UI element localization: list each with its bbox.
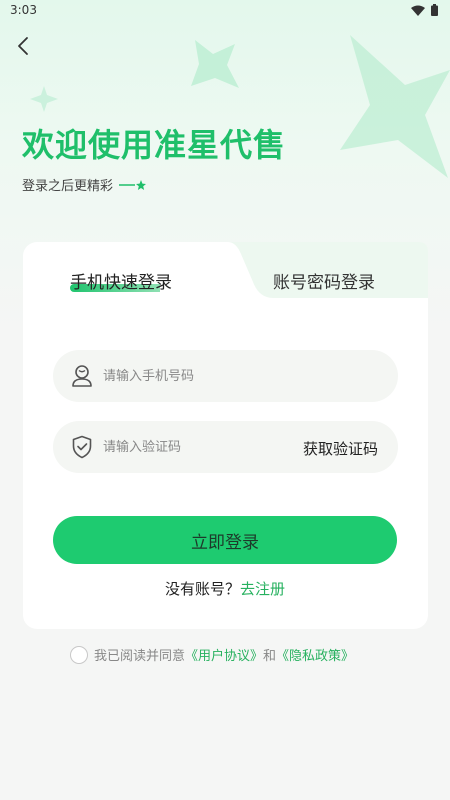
get-code-button[interactable]: 获取验证码 bbox=[303, 438, 378, 459]
agreement-prefix: 我已阅读并同意 bbox=[94, 649, 186, 664]
user-icon bbox=[72, 365, 92, 387]
register-line: 没有账号？去注册 bbox=[0, 578, 450, 599]
tab-phone-login[interactable]: 手机快速登录 bbox=[70, 268, 172, 293]
agreement-and: 和 bbox=[263, 649, 277, 664]
decorative-star-medium-icon bbox=[191, 40, 239, 88]
code-input-row: 获取验证码 bbox=[53, 421, 398, 473]
tab-password-login[interactable]: 账号密码登录 bbox=[273, 268, 375, 293]
agreement-checkbox[interactable] bbox=[70, 645, 88, 664]
decorative-star-large-icon bbox=[340, 35, 450, 178]
shield-check-icon bbox=[72, 435, 92, 459]
chevron-left-icon bbox=[18, 37, 28, 55]
phone-input-row bbox=[53, 350, 398, 402]
welcome-title: 欢迎使用准星代售 bbox=[22, 126, 287, 164]
back-button[interactable] bbox=[12, 34, 36, 58]
star-line-icon bbox=[119, 179, 147, 190]
privacy-policy-link[interactable]: 《隐私政策》 bbox=[276, 645, 354, 664]
user-agreement-link[interactable]: 《用户协议》 bbox=[185, 645, 263, 664]
subtitle-text: 登录之后更精彩 bbox=[22, 179, 114, 194]
verification-code-input[interactable] bbox=[103, 421, 333, 473]
decorative-star-small-icon bbox=[30, 86, 58, 112]
status-bar: 3:03 bbox=[0, 0, 450, 22]
battery-icon bbox=[431, 4, 438, 16]
status-time: 3:03 bbox=[10, 3, 37, 17]
register-question: 没有账号？ bbox=[164, 580, 240, 598]
wifi-icon bbox=[411, 5, 425, 16]
subtitle: 登录之后更精彩 bbox=[22, 175, 147, 194]
agreement-row: 我已阅读并同意 《用户协议》 和 《隐私政策》 bbox=[70, 645, 354, 664]
login-button[interactable]: 立即登录 bbox=[53, 516, 397, 564]
status-icons bbox=[411, 4, 438, 16]
register-link[interactable]: 去注册 bbox=[240, 580, 285, 598]
phone-input[interactable] bbox=[103, 350, 333, 402]
